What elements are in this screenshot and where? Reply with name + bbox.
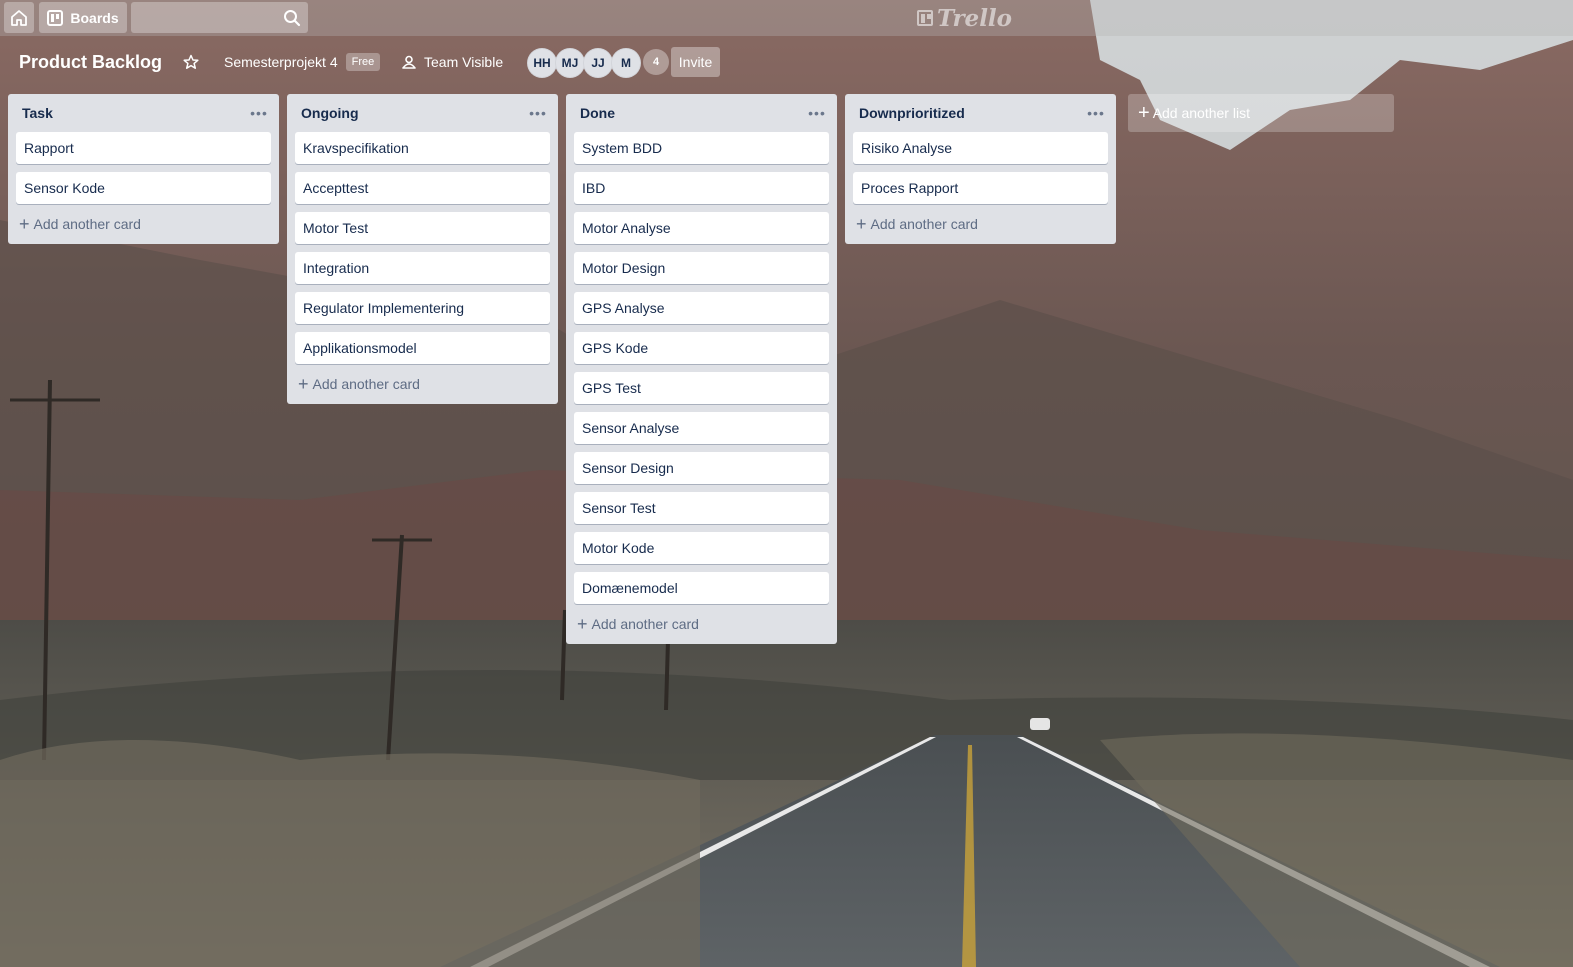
- plan-badge: Free: [345, 53, 381, 71]
- card[interactable]: Sensor Test: [574, 492, 829, 524]
- add-card-label: Add another card: [591, 616, 699, 632]
- list-header: Done •••: [574, 94, 829, 132]
- team-icon: [402, 55, 416, 69]
- add-card-button[interactable]: + Add another card: [295, 370, 550, 398]
- card[interactable]: Motor Design: [574, 252, 829, 284]
- card[interactable]: Motor Analyse: [574, 212, 829, 244]
- card[interactable]: Rapport: [16, 132, 271, 164]
- list-header: Downprioritized •••: [853, 94, 1108, 132]
- star-button[interactable]: [180, 46, 202, 78]
- card[interactable]: Proces Rapport: [853, 172, 1108, 204]
- list-title[interactable]: Done: [580, 105, 615, 121]
- add-list-button[interactable]: + Add another list: [1128, 94, 1394, 132]
- add-card-label: Add another card: [33, 216, 141, 232]
- plus-icon: +: [1138, 102, 1150, 124]
- home-button[interactable]: [4, 2, 34, 33]
- add-card-button[interactable]: + Add another card: [853, 210, 1108, 238]
- avatar[interactable]: HH: [527, 48, 557, 78]
- card[interactable]: Sensor Kode: [16, 172, 271, 204]
- avatar[interactable]: JJ: [583, 48, 613, 78]
- plus-icon: +: [577, 614, 588, 634]
- list-menu-icon[interactable]: •••: [1084, 101, 1108, 125]
- card[interactable]: IBD: [574, 172, 829, 204]
- team-name: Semesterprojekt 4: [224, 54, 338, 70]
- list-title[interactable]: Downprioritized: [859, 105, 965, 121]
- add-card-button[interactable]: + Add another card: [16, 210, 271, 238]
- plus-icon: +: [298, 374, 309, 394]
- card[interactable]: Accepttest: [295, 172, 550, 204]
- star-icon: [183, 54, 199, 69]
- boards-button[interactable]: Boards: [39, 2, 127, 33]
- board-title[interactable]: Product Backlog: [11, 46, 170, 78]
- board-members: HH MJ JJ M 4: [527, 48, 669, 78]
- trello-logo[interactable]: Trello: [917, 4, 1013, 32]
- card[interactable]: GPS Test: [574, 372, 829, 404]
- list-menu-icon[interactable]: •••: [805, 101, 829, 125]
- card[interactable]: GPS Analyse: [574, 292, 829, 324]
- plus-icon: +: [856, 214, 867, 234]
- trello-logo-text: Trello: [937, 4, 1013, 32]
- member-count-badge[interactable]: 4: [643, 49, 669, 75]
- visibility-button[interactable]: Team Visible: [393, 46, 511, 78]
- list-task: Task ••• Rapport Sensor Kode + Add anothe…: [8, 94, 279, 244]
- card[interactable]: Kravspecifikation: [295, 132, 550, 164]
- add-list-label: Add another list: [1152, 105, 1250, 121]
- card[interactable]: Integration: [295, 252, 550, 284]
- card[interactable]: Motor Test: [295, 212, 550, 244]
- boards-icon: [47, 9, 64, 26]
- add-card-button[interactable]: + Add another card: [574, 610, 829, 638]
- card[interactable]: System BDD: [574, 132, 829, 164]
- card[interactable]: Domænemodel: [574, 572, 829, 604]
- card[interactable]: Regulator Implementering: [295, 292, 550, 324]
- search-input[interactable]: [131, 2, 308, 33]
- search-icon[interactable]: [283, 9, 301, 27]
- invite-button[interactable]: Invite: [671, 47, 720, 77]
- avatar[interactable]: MJ: [555, 48, 585, 78]
- home-icon: [11, 9, 27, 26]
- list-title[interactable]: Task: [22, 105, 53, 121]
- card[interactable]: Sensor Analyse: [574, 412, 829, 444]
- list-title[interactable]: Ongoing: [301, 105, 359, 121]
- add-card-label: Add another card: [312, 376, 420, 392]
- trello-logo-icon: [917, 10, 933, 26]
- list-ongoing: Ongoing ••• Kravspecifikation Accepttest…: [287, 94, 558, 404]
- card[interactable]: Risiko Analyse: [853, 132, 1108, 164]
- list-downprioritized: Downprioritized ••• Risiko Analyse Proce…: [845, 94, 1116, 244]
- plus-icon: +: [19, 214, 30, 234]
- avatar[interactable]: M: [611, 48, 641, 78]
- card[interactable]: GPS Kode: [574, 332, 829, 364]
- visibility-label: Team Visible: [424, 54, 504, 70]
- list-done: Done ••• System BDD IBD Motor Analyse Mo…: [566, 94, 837, 644]
- card[interactable]: Sensor Design: [574, 452, 829, 484]
- team-button[interactable]: Semesterprojekt 4 Free: [216, 46, 388, 78]
- list-header: Task •••: [16, 94, 271, 132]
- card[interactable]: Motor Kode: [574, 532, 829, 564]
- top-bar: Boards Trello: [0, 0, 1573, 36]
- list-header: Ongoing •••: [295, 94, 550, 132]
- card[interactable]: Applikationsmodel: [295, 332, 550, 364]
- add-card-label: Add another card: [870, 216, 978, 232]
- list-menu-icon[interactable]: •••: [247, 101, 271, 125]
- list-menu-icon[interactable]: •••: [526, 101, 550, 125]
- boards-label: Boards: [70, 9, 119, 26]
